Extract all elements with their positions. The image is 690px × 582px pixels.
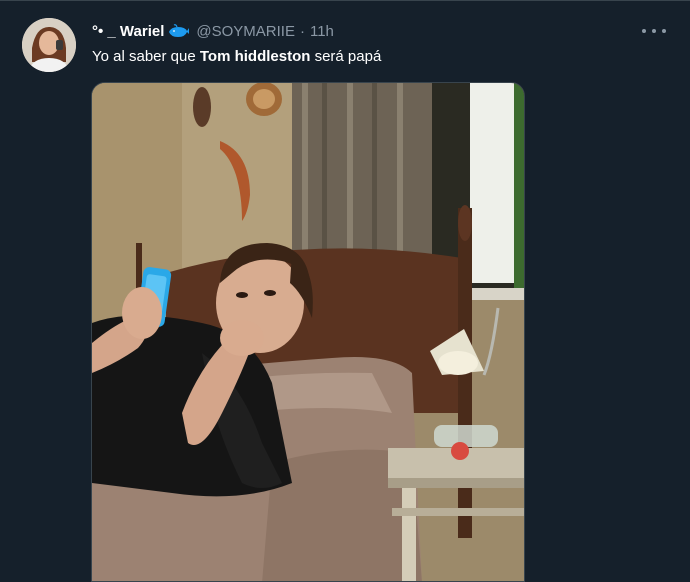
separator-dot: · bbox=[299, 22, 305, 40]
display-name[interactable]: °• _ Wariel bbox=[92, 23, 164, 40]
tweet-text-end: será papá bbox=[310, 48, 382, 65]
avatar[interactable] bbox=[22, 18, 76, 72]
handle[interactable]: @SOYMARIIE bbox=[196, 23, 295, 40]
tweet[interactable]: °• _ Wariel @SOYMARIIE · 11h Yo al saber… bbox=[0, 0, 690, 582]
tweet-text: Yo al saber que Tom hiddleston será papá bbox=[92, 47, 381, 67]
more-horizontal-icon[interactable] bbox=[642, 22, 666, 40]
tweet-text-bold: Tom hiddleston bbox=[199, 48, 311, 65]
tweet-text-start: Yo al saber que bbox=[92, 48, 200, 65]
whale-icon bbox=[168, 24, 190, 38]
tweet-photo[interactable] bbox=[91, 82, 525, 582]
avatar-image bbox=[22, 18, 76, 72]
photo-illustration bbox=[92, 83, 524, 581]
tweet-header: °• _ Wariel @SOYMARIIE · 11h bbox=[92, 21, 334, 41]
timestamp[interactable]: 11h bbox=[310, 23, 334, 40]
